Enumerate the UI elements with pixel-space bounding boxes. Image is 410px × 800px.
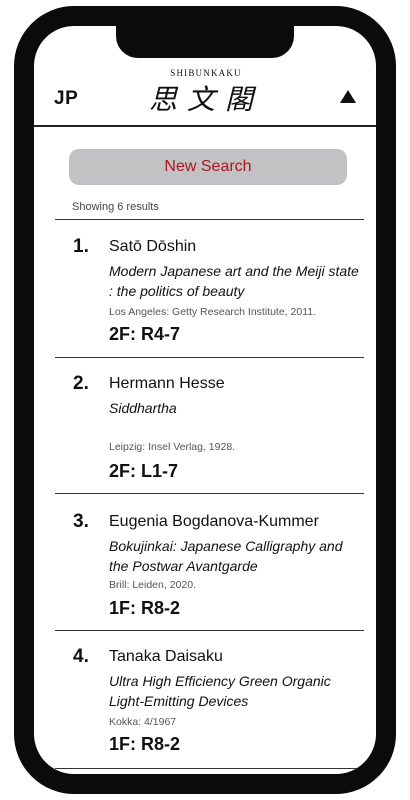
language-toggle[interactable]: JP [54, 88, 78, 110]
result-publisher: Leipzig: Insel Verlag, 1928. [109, 441, 236, 453]
result-title[interactable]: Bokujinkai: Japanese Calligraphy and the… [109, 536, 359, 576]
result-location: 1F: R8-2 [109, 598, 181, 618]
result-number: 3. [73, 511, 89, 532]
result-publisher: Los Angeles: Getty Research Institute, 2… [109, 306, 317, 318]
result-number: 2. [73, 373, 89, 394]
result-location: 2F: L1-7 [109, 461, 179, 481]
header-divider [34, 125, 376, 127]
result-author: Eugenia Bogdanova-Kummer [109, 513, 319, 530]
result-divider [55, 768, 364, 769]
new-search-button[interactable]: New Search [69, 149, 347, 185]
result-title[interactable]: Siddhartha [109, 398, 359, 418]
result-publisher: Kokka: 4/1967 [109, 716, 177, 728]
result-author: Hermann Hesse [109, 375, 225, 392]
triangle-up-icon[interactable] [340, 90, 356, 103]
phone-screen: JP SHIBUNKAKU 思文閣 New Search Showing 6 r… [34, 26, 376, 774]
results-count: Showing 6 results [72, 201, 159, 213]
result-number: 4. [73, 646, 89, 667]
result-divider [55, 630, 364, 631]
app-header: JP SHIBUNKAKU 思文閣 [34, 62, 376, 120]
logo-kanji: 思文閣 [148, 83, 263, 116]
result-location: 1F: R8-2 [109, 734, 181, 754]
result-publisher: Brill: Leiden, 2020. [109, 579, 196, 591]
logo-wordmark: SHIBUNKAKU [170, 68, 242, 78]
result-author: Satō Dōshin [109, 238, 197, 255]
phone-frame: JP SHIBUNKAKU 思文閣 New Search Showing 6 r… [14, 6, 396, 794]
result-location: 2F: R4-7 [109, 324, 181, 344]
results-divider [55, 219, 364, 220]
result-title[interactable]: Modern Japanese art and the Meiji state … [109, 261, 359, 301]
result-title[interactable]: Ultra High Efficiency Green Organic Ligh… [109, 671, 359, 711]
result-divider [55, 357, 364, 358]
phone-notch [116, 26, 294, 58]
result-divider [55, 493, 364, 494]
brand-logo[interactable]: SHIBUNKAKU 思文閣 [136, 68, 276, 118]
result-author: Tanaka Daisaku [109, 648, 223, 665]
result-number: 1. [73, 236, 89, 257]
